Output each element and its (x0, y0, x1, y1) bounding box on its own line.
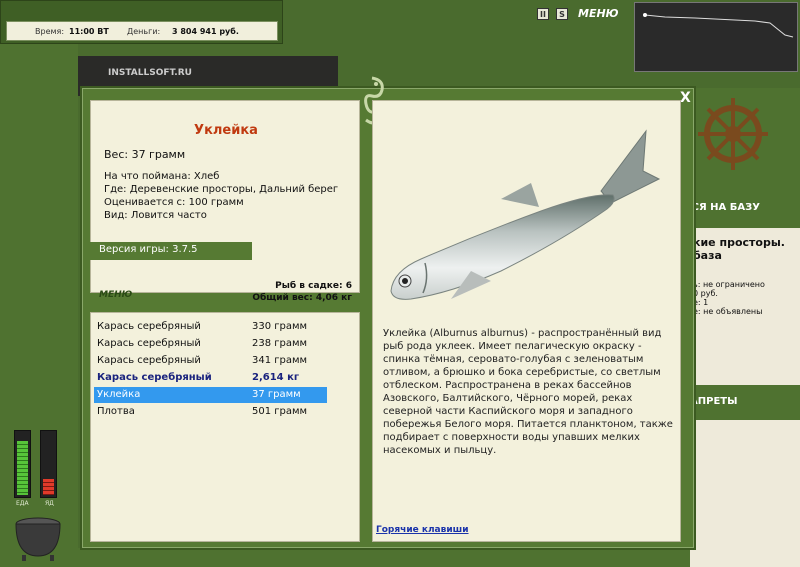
list-item-weight: 330 грамм (252, 321, 308, 332)
left-side-panel (0, 44, 78, 567)
location-info: кие просторы. база ь: не ограничено 0 ру… (693, 200, 800, 316)
catch-location: Где: Деревенские просторы, Дальний берег (104, 184, 339, 195)
time-label: Время: (35, 27, 65, 36)
location-base: база (693, 249, 722, 262)
poison-meter (40, 430, 57, 498)
list-item-name: Карась серебряный (97, 355, 201, 366)
list-item[interactable]: Карась серебряный 2,614 кг (94, 370, 327, 386)
bans-label[interactable]: АПРЕТЫ (690, 396, 737, 407)
menu-button[interactable]: МЕНЮ (99, 290, 132, 300)
caught-on: На что поймана: Хлеб (104, 171, 220, 182)
pause-button[interactable]: II (537, 8, 549, 20)
bottom-bar (78, 548, 690, 567)
fish-info-dialog: X Уклейка Вес: 37 грамм На что поймана: … (80, 76, 696, 550)
money-label: Деньги: (127, 27, 161, 36)
location-count: е: 1 (693, 298, 709, 307)
cage-summary: Рыб в садке: 6 Общий вес: 4,06 кг (232, 280, 352, 304)
list-item-selected[interactable]: Уклейка 37 грамм (94, 387, 327, 403)
list-item-weight: 2,614 кг (252, 372, 300, 383)
catch-frequency: Вид: Ловится часто (104, 210, 207, 221)
bans-header: АПРЕТЫ (690, 385, 800, 420)
status-bar: Время: 11:00 ВТ Деньги: 3 804 941 руб. (0, 0, 283, 44)
poison-meter-fill (43, 479, 54, 495)
list-item[interactable]: Карась серебряный 238 грамм (94, 336, 327, 352)
list-item-name: Карась серебряный (97, 372, 212, 383)
food-meter (14, 430, 31, 498)
list-item-weight: 238 грамм (252, 338, 308, 349)
fish-description-panel: Уклейка (Alburnus alburnus) - распростра… (372, 100, 681, 542)
status-bar-inner: Время: 11:00 ВТ Деньги: 3 804 941 руб. (6, 21, 278, 41)
cauldron-icon[interactable] (10, 512, 66, 562)
location-cost: 0 руб. (693, 289, 718, 298)
location-bans: е: не объявлены (693, 307, 763, 316)
list-item-name: Карась серебряный (97, 321, 201, 332)
list-item-name: Карась серебряный (97, 338, 201, 349)
list-item[interactable]: Плотва 501 грамм (94, 404, 327, 420)
ship-wheel-icon (698, 98, 768, 170)
list-item-name: Уклейка (97, 389, 141, 400)
list-item[interactable]: Карась серебряный 341 грамм (94, 353, 327, 369)
fish-description: Уклейка (Alburnus alburnus) - распростра… (383, 328, 673, 456)
graph-line (643, 13, 794, 38)
rated-from: Оценивается с: 100 грамм (104, 197, 244, 208)
sound-button[interactable]: S (556, 8, 568, 20)
time-value: 11:00 ВТ (69, 27, 109, 36)
location-name: кие просторы. (693, 236, 785, 249)
depth-graph (634, 2, 798, 72)
close-button[interactable]: X (680, 90, 691, 106)
food-meter-fill (17, 441, 28, 495)
list-item-weight: 501 грамм (252, 406, 308, 417)
poison-label: ЯД (45, 500, 54, 507)
list-item-weight: 341 грамм (252, 355, 308, 366)
location-limit: ь: не ограничено (693, 280, 765, 289)
food-label: ЕДА (16, 500, 29, 507)
money-value: 3 804 941 руб. (172, 27, 239, 36)
version-bar: Версия игры: 3.7.5 (90, 242, 252, 260)
total-weight: Общий вес: 4,06 кг (252, 293, 352, 303)
fish-image (390, 129, 661, 300)
catch-list: Карась серебряный 330 грамм Карась сереб… (90, 312, 360, 542)
fish-count: Рыб в садке: 6 (275, 281, 352, 291)
fish-details-panel: Уклейка Вес: 37 грамм На что поймана: Хл… (90, 100, 360, 293)
brand-text: INSTALLSOFT.RU (108, 68, 192, 78)
fish-title: Уклейка (194, 123, 258, 138)
hotkeys-link[interactable]: Горячие клавиши (376, 525, 469, 535)
list-item-name: Плотва (97, 406, 135, 417)
list-item-weight: 37 грамм (252, 389, 301, 400)
top-menu-button[interactable]: МЕНЮ (578, 7, 619, 20)
list-item[interactable]: Карась серебряный 330 грамм (94, 319, 327, 335)
fish-weight: Вес: 37 грамм (104, 148, 186, 161)
